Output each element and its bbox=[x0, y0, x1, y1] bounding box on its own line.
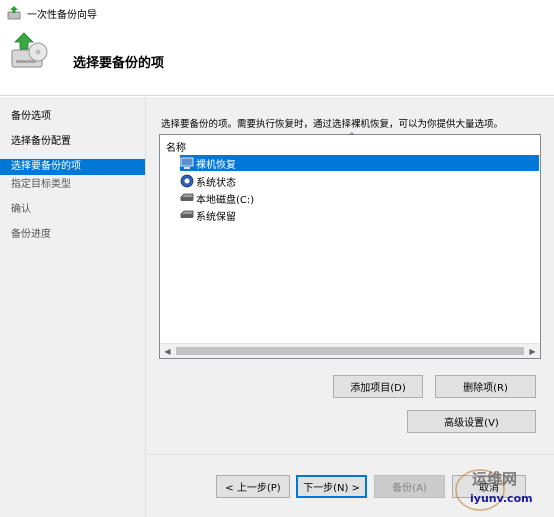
wizard-header: 选择要备份的项 bbox=[0, 26, 554, 96]
list-item-system-state[interactable]: 系统状态 bbox=[180, 173, 236, 189]
backup-wizard-icon bbox=[11, 32, 48, 68]
footer-divider bbox=[147, 454, 554, 455]
title-bar: 一次性备份向导 bbox=[0, 0, 554, 26]
horizontal-scrollbar[interactable]: ◀ ▶ bbox=[160, 343, 540, 358]
backup-items-list[interactable]: ^ 名称 裸机恢复 系统状态 本地磁盘(C:) 系统保留 ◀ ▶ bbox=[159, 132, 541, 359]
nav-step-destination-type: 指定目标类型 bbox=[11, 179, 71, 190]
remove-item-button[interactable]: 删除项(R) bbox=[435, 375, 536, 398]
list-item-bare-metal[interactable]: 裸机恢复 bbox=[180, 155, 539, 171]
bare-metal-icon bbox=[180, 157, 194, 169]
window-title: 一次性备份向导 bbox=[27, 9, 97, 21]
page-title: 选择要备份的项 bbox=[73, 56, 165, 71]
system-state-icon bbox=[180, 174, 194, 188]
watermark-logo: 运维网 iyunv.com bbox=[450, 462, 554, 517]
nav-step-backup-options[interactable]: 备份选项 bbox=[0, 109, 145, 125]
backup-button: 备份(A) bbox=[374, 475, 445, 498]
nav-step-backup-config[interactable]: 选择备份配置 bbox=[0, 134, 145, 150]
nav-step-select-items[interactable]: 选择要备份的项 bbox=[0, 159, 145, 175]
advanced-settings-button[interactable]: 高级设置(V) bbox=[407, 410, 536, 433]
backup-app-icon bbox=[7, 6, 21, 20]
list-item-label: 系统保留 bbox=[196, 211, 236, 223]
disk-icon bbox=[180, 193, 194, 201]
watermark-title: 运维网 bbox=[472, 470, 518, 488]
nav-step-confirm: 确认 bbox=[11, 204, 31, 215]
back-button[interactable]: < 上一步(P) bbox=[216, 475, 290, 498]
wizard-steps-nav: 备份选项 选择备份配置 选择要备份的项 指定目标类型 确认 备份进度 bbox=[0, 97, 146, 517]
scrollbar-thumb[interactable] bbox=[176, 347, 524, 355]
list-item-label: 本地磁盘(C:) bbox=[196, 194, 255, 206]
list-item-system-reserved[interactable]: 系统保留 bbox=[180, 207, 236, 223]
instruction-text: 选择要备份的项。需要执行恢复时，通过选择裸机恢复，可以为你提供大量选项。 bbox=[161, 119, 504, 130]
list-item-label: 系统状态 bbox=[196, 177, 236, 189]
list-item-local-disk-c[interactable]: 本地磁盘(C:) bbox=[180, 190, 254, 206]
disk-icon bbox=[180, 210, 194, 218]
sort-caret-icon: ^ bbox=[348, 132, 356, 142]
scroll-right-icon[interactable]: ▶ bbox=[525, 344, 540, 358]
add-items-button[interactable]: 添加项目(D) bbox=[333, 375, 423, 398]
column-header-name[interactable]: 名称 bbox=[166, 139, 186, 154]
next-button[interactable]: 下一步(N) > bbox=[296, 475, 367, 498]
watermark-url: iyunv.com bbox=[470, 492, 533, 505]
wizard-body: 备份选项 选择备份配置 选择要备份的项 指定目标类型 确认 备份进度 选择要备份… bbox=[0, 97, 554, 517]
nav-step-backup-progress: 备份进度 bbox=[11, 229, 51, 240]
scroll-left-icon[interactable]: ◀ bbox=[160, 344, 175, 358]
list-item-label: 裸机恢复 bbox=[196, 159, 236, 171]
